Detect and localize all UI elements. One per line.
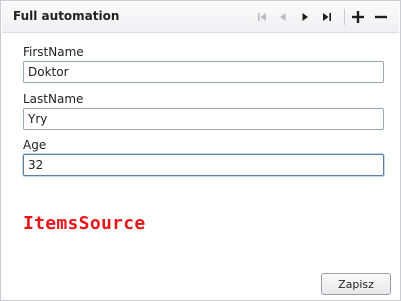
add-icon [352,11,364,23]
first-name-input[interactable] [23,61,384,83]
next-icon [302,13,308,21]
items-source-label: ItemsSource [23,213,146,234]
form-title: Full automation [13,9,120,23]
next-button[interactable] [296,8,314,26]
last-name-input[interactable] [23,108,384,130]
previous-icon [280,13,286,21]
add-button[interactable] [349,8,367,26]
first-page-icon [258,13,266,21]
toolbar-separator [344,9,345,25]
age-label: Age [23,138,47,152]
previous-button[interactable] [274,8,292,26]
first-name-label: FirstName [23,45,84,59]
data-form-window: Full automation FirstName Doktor LastNam… [0,0,401,301]
last-name-label: LastName [23,92,84,106]
remove-icon [375,15,387,19]
last-page-icon [323,13,331,21]
save-button[interactable]: Zapisz [321,273,391,295]
last-page-button[interactable] [318,8,336,26]
age-input[interactable] [23,154,384,176]
first-page-button[interactable] [253,8,271,26]
header-bar: Full automation [2,2,399,33]
remove-button[interactable] [372,8,390,26]
